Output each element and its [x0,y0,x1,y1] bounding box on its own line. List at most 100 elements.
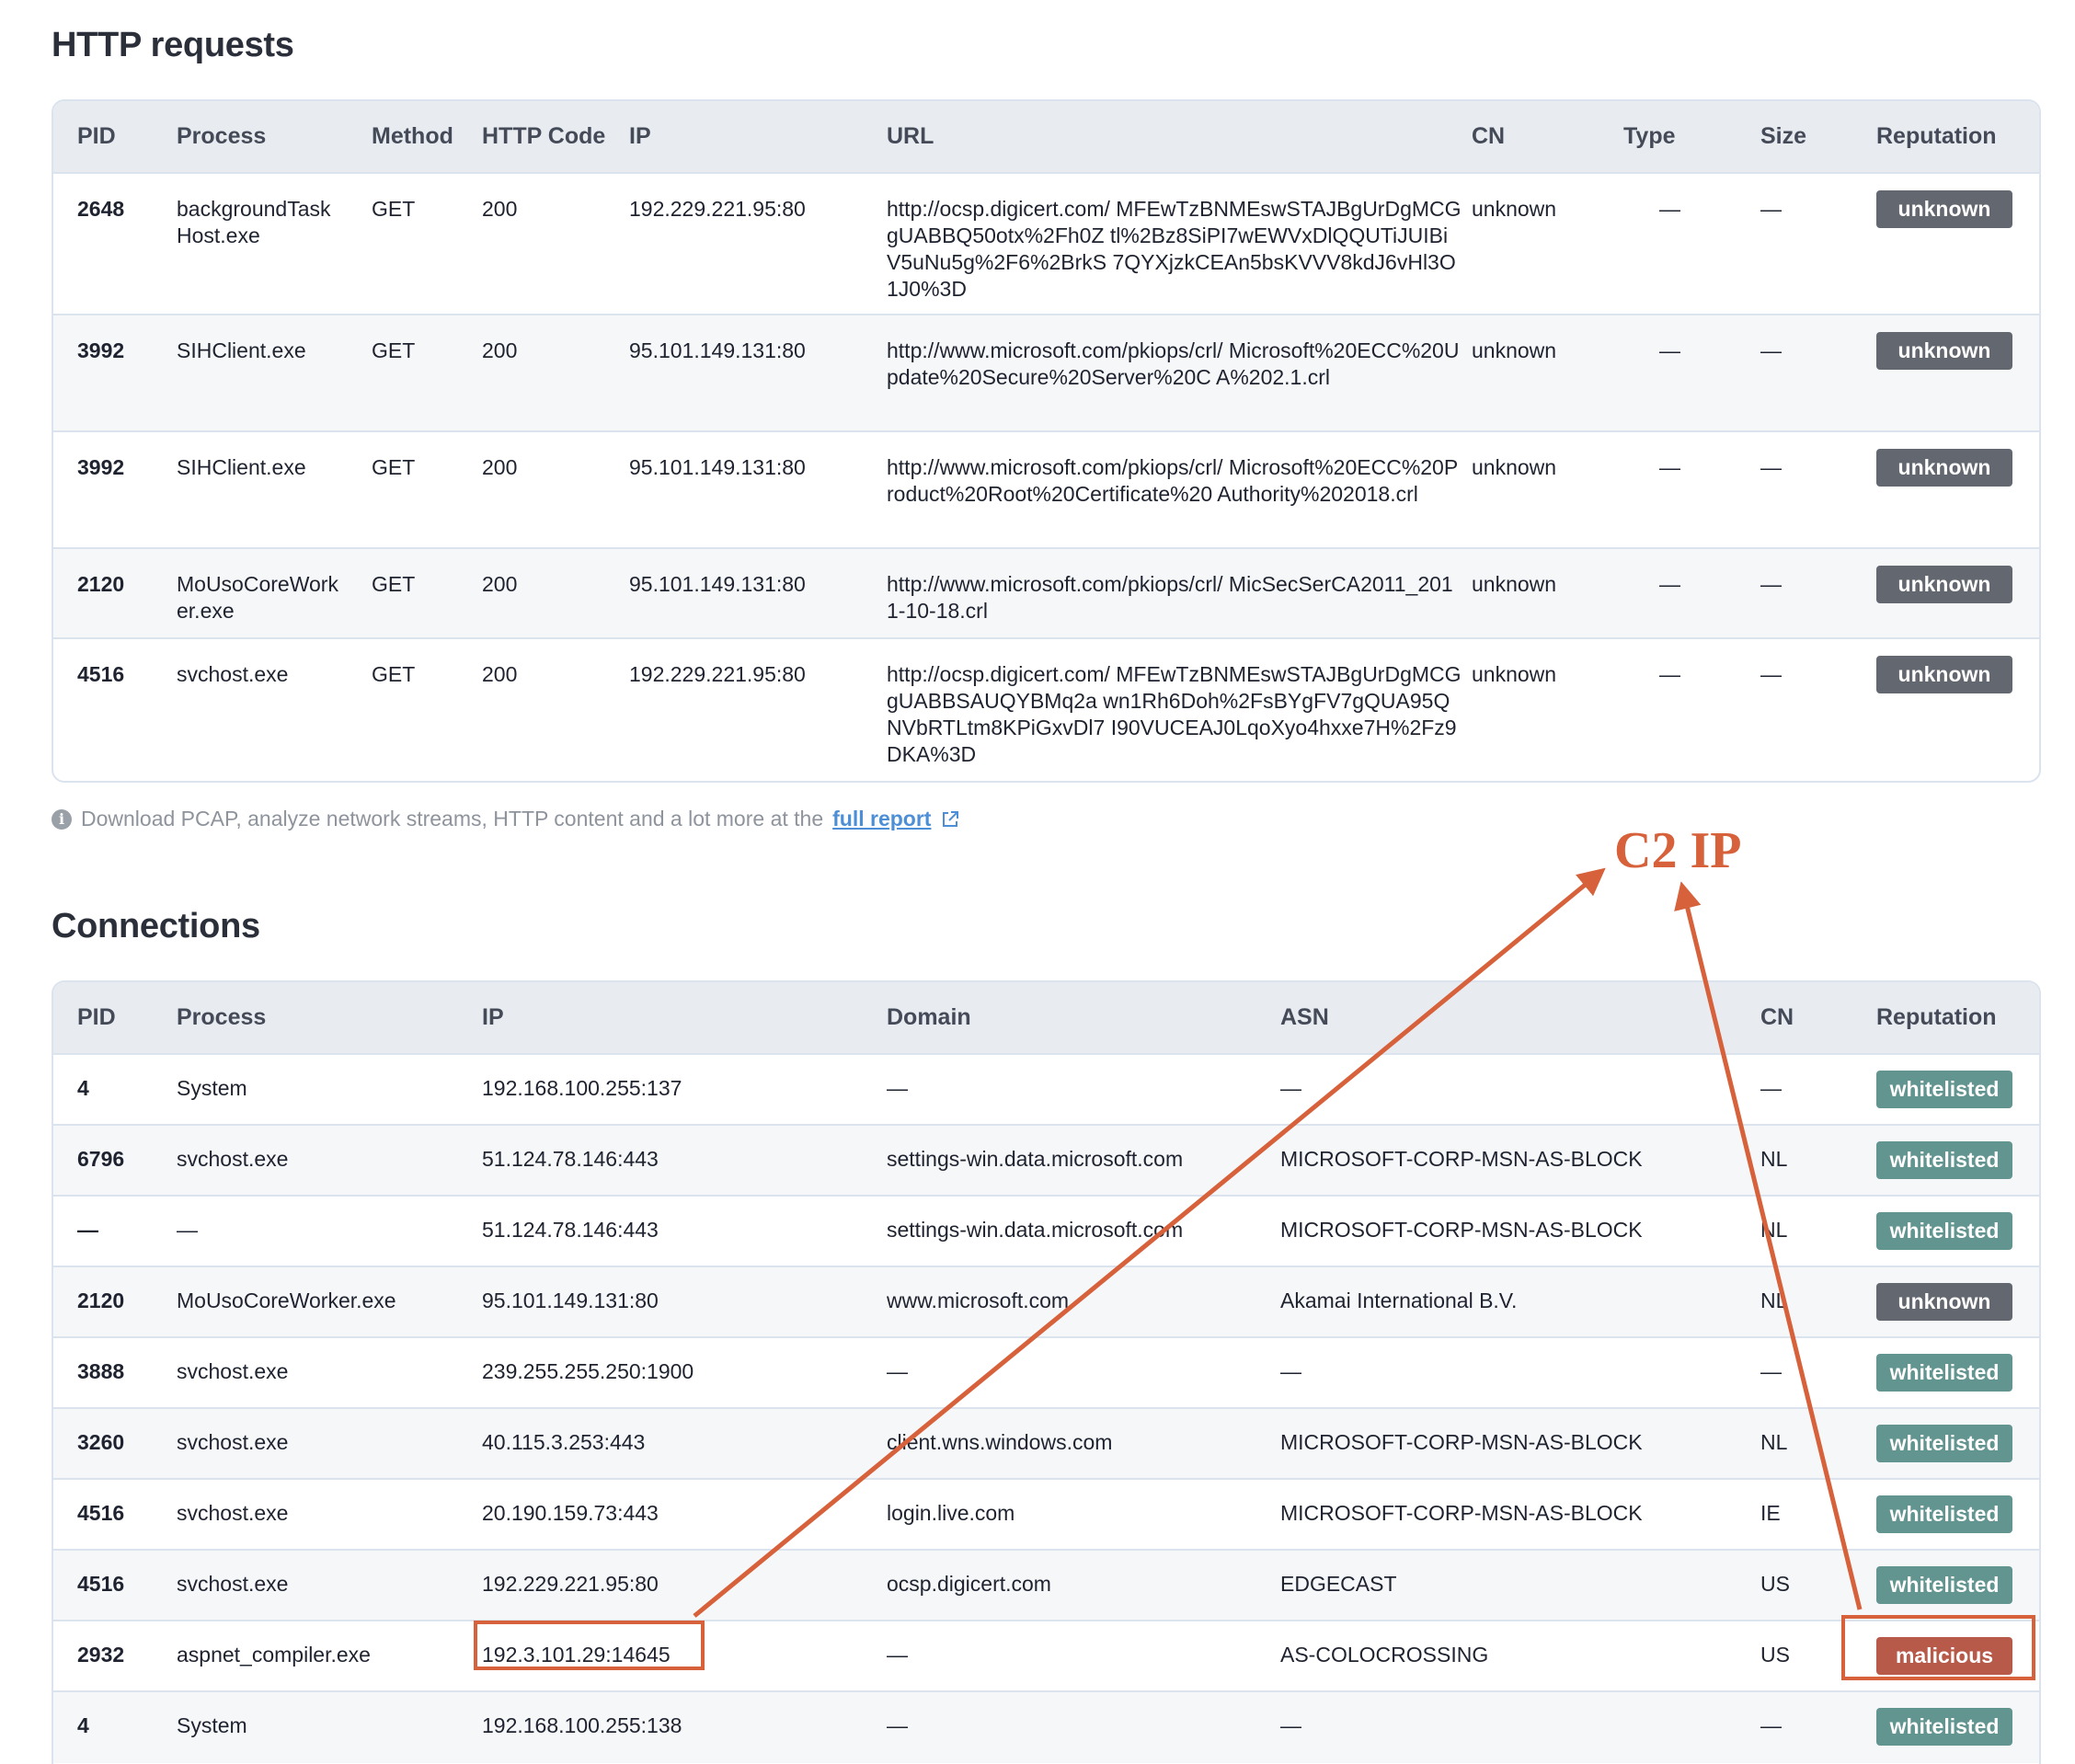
cn-cell: US [1760,1643,1790,1667]
url-cell[interactable]: http://ocsp.digicert.com/ MFEwTzBNMEswST… [887,196,1462,303]
column-header-process[interactable]: Process [177,1004,266,1031]
column-header-asn[interactable]: ASN [1280,1004,1329,1031]
column-header-method[interactable]: Method [372,123,453,150]
url-cell[interactable]: http://ocsp.digicert.com/ MFEwTzBNMEswST… [887,661,1462,768]
cn-cell: NL [1760,1218,1788,1242]
table-row[interactable]: 2120 MoUsoCoreWork er.exe GET 200 95.101.149… [53,549,2039,639]
http-code-cell: 200 [482,338,518,362]
ip-cell: 95.101.149.131:80 [629,572,806,596]
reputation-badge: unknown [1876,566,2012,603]
cn-cell: — [1760,1076,1782,1100]
domain-cell: — [887,1643,908,1667]
malicious-highlight-box [1841,1615,2035,1680]
column-header-http-code[interactable]: HTTP Code [482,123,605,150]
process-cell: svchost.exe [177,1572,289,1596]
pid-cell: 3888 [77,1359,125,1383]
cn-cell: IE [1760,1501,1781,1525]
asn-cell: MICROSOFT-CORP-MSN-AS-BLOCK [1280,1147,1643,1171]
http-code-cell: 200 [482,455,518,479]
column-header-ip[interactable]: IP [629,123,651,150]
http-requests-title: HTTP requests [52,26,294,64]
column-header-process[interactable]: Process [177,123,266,150]
asn-cell: AS-COLOCROSSING [1280,1643,1489,1667]
process-cell[interactable]: SIHClient.exe [177,338,361,364]
table-row[interactable]: 6796 svchost.exe 51.124.78.146:443 settings… [53,1126,2039,1197]
ip-cell: 192.229.221.95:80 [629,662,806,686]
table-row[interactable]: 3992 SIHClient.exe GET 200 95.101.149.131:80… [53,432,2039,549]
info-note: i Download PCAP, analyze network streams… [52,807,960,831]
table-row[interactable]: 4516 svchost.exe 20.190.159.73:443 login.li… [53,1480,2039,1551]
column-header-pid[interactable]: PID [77,1004,116,1031]
method-cell: GET [372,572,416,596]
pid-cell: 3992 [77,338,125,362]
column-header-ip[interactable]: IP [482,1004,504,1031]
column-header-pid[interactable]: PID [77,123,116,150]
process-cell[interactable]: SIHClient.exe [177,454,361,481]
asn-cell: MICROSOFT-CORP-MSN-AS-BLOCK [1280,1501,1643,1525]
method-cell: GET [372,338,416,362]
column-header-size[interactable]: Size [1760,123,1806,150]
column-header-reputation[interactable]: Reputation [1876,1004,1997,1031]
reputation-badge: unknown [1876,190,2012,228]
domain-cell: settings-win.data.microsoft.com [887,1218,1184,1242]
process-cell[interactable]: MoUsoCoreWork er.exe [177,571,361,624]
ip-cell: 95.101.149.131:80 [629,455,806,479]
process-cell: svchost.exe [177,1430,289,1454]
asn-cell: MICROSOFT-CORP-MSN-AS-BLOCK [1280,1218,1643,1242]
table-row[interactable]: 3992 SIHClient.exe GET 200 95.101.149.131:80… [53,315,2039,432]
table-row[interactable]: 3260 svchost.exe 40.115.3.253:443 client.wn… [53,1409,2039,1480]
column-header-reputation[interactable]: Reputation [1876,123,1997,150]
table-row[interactable]: 2120 MoUsoCoreWorker.exe 95.101.149.131:80… [53,1267,2039,1338]
pid-cell: 4516 [77,1572,125,1596]
url-cell[interactable]: http://www.microsoft.com/pkiops/crl/ Mic… [887,454,1462,508]
column-header-type[interactable]: Type [1623,123,1676,150]
cn-cell: US [1760,1572,1790,1596]
pid-cell: 4516 [77,1501,125,1525]
asn-cell: EDGECAST [1280,1572,1397,1596]
http-code-cell: 200 [482,662,518,686]
c2-ip-annotation-label: C2 IP [1614,822,1742,879]
column-header-cn[interactable]: CN [1760,1004,1794,1031]
info-icon: i [52,808,72,830]
type-cell: — [1659,455,1680,479]
process-cell[interactable]: backgroundTask Host.exe [177,196,361,249]
pid-cell: 3992 [77,455,125,479]
method-cell: GET [372,662,416,686]
process-cell[interactable]: svchost.exe [177,661,361,688]
pid-cell: 2120 [77,572,125,596]
cn-cell: unknown [1472,338,1557,362]
table-row[interactable]: 2932 aspnet_compiler.exe 192.3.101.29:1464… [53,1621,2039,1692]
table-row[interactable]: 4 System 192.168.100.255:138 — — — whitelisted [53,1692,2039,1763]
asn-cell: MICROSOFT-CORP-MSN-AS-BLOCK [1280,1430,1643,1454]
column-header-cn[interactable]: CN [1472,123,1505,150]
table-row[interactable]: — — 51.124.78.146:443 settings-win.data.mic… [53,1197,2039,1267]
url-cell[interactable]: http://www.microsoft.com/pkiops/crl/ Mic… [887,571,1462,624]
ip-cell: 20.190.159.73:443 [482,1501,659,1525]
size-cell: — [1760,572,1782,596]
table-row[interactable]: 3888 svchost.exe 239.255.255.250:1900 — — — wh… [53,1338,2039,1409]
pid-cell: 3260 [77,1430,125,1454]
ip-cell: 192.229.221.95:80 [629,197,806,221]
cn-cell: — [1760,1713,1782,1737]
domain-cell: client.wns.windows.com [887,1430,1113,1454]
table-row[interactable]: 4 System 192.168.100.255:137 — — — whitelisted [53,1055,2039,1126]
method-cell: GET [372,455,416,479]
reputation-badge: unknown [1876,1283,2012,1321]
table-row[interactable]: 2648 backgroundTask Host.exe GET 200 192.229… [53,174,2039,315]
http-code-cell: 200 [482,197,518,221]
table-row[interactable]: 4516 svchost.exe GET 200 192.229.221.95:80 ht… [53,639,2039,781]
ip-cell: 239.255.255.250:1900 [482,1359,694,1383]
size-cell: — [1760,197,1782,221]
ip-cell: 95.101.149.131:80 [629,338,806,362]
domain-cell: settings-win.data.microsoft.com [887,1147,1184,1171]
column-header-url[interactable]: URL [887,123,934,150]
domain-cell: www.microsoft.com [887,1289,1070,1312]
type-cell: — [1659,662,1680,686]
external-link-icon[interactable] [940,809,960,830]
table-row[interactable]: 4516 svchost.exe 192.229.221.95:80 ocsp.dig… [53,1551,2039,1621]
size-cell: — [1760,662,1782,686]
domain-cell: — [887,1713,908,1737]
column-header-domain[interactable]: Domain [887,1004,971,1031]
url-cell[interactable]: http://www.microsoft.com/pkiops/crl/ Mic… [887,338,1462,391]
full-report-link[interactable]: full report [832,807,931,831]
